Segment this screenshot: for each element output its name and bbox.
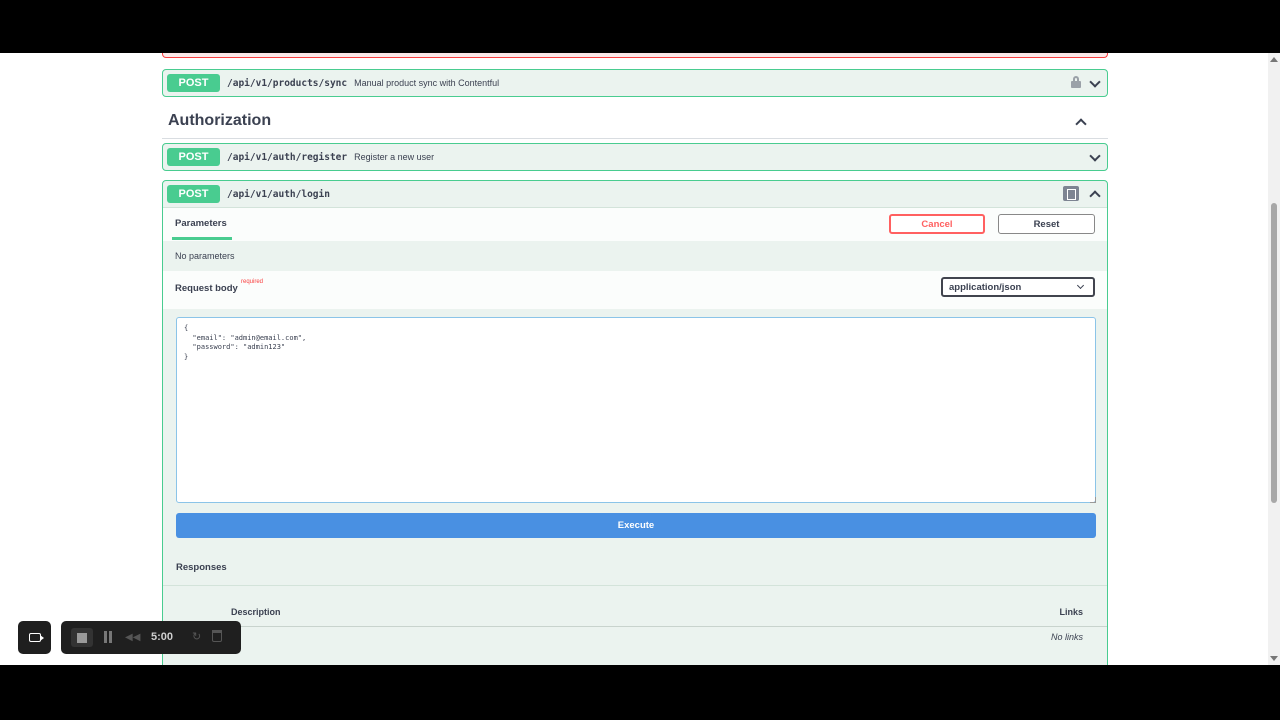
request-body-header: Request body required application/json xyxy=(163,271,1107,309)
response-links: No links xyxy=(1050,632,1083,642)
section-title-authorization[interactable]: Authorization xyxy=(168,112,271,130)
method-badge: POST xyxy=(167,148,220,166)
tab-parameters[interactable]: Parameters xyxy=(175,218,227,229)
chevron-down-icon[interactable] xyxy=(1089,150,1101,162)
screen-recorder-toolbar: ◀◀ 5:00 ↻ xyxy=(18,621,241,654)
chevron-up-icon[interactable] xyxy=(1075,118,1087,130)
rewind-icon[interactable]: ◀◀ xyxy=(125,632,140,643)
column-header-description: Description xyxy=(231,607,281,617)
operation-products-sync[interactable]: POST /api/v1/products/sync Manual produc… xyxy=(162,69,1108,97)
swagger-page: POST /api/v1/products/sync Manual produc… xyxy=(0,53,1280,665)
no-parameters-text: No parameters xyxy=(175,251,235,261)
stop-button[interactable] xyxy=(71,628,93,647)
operation-path: /api/v1/auth/login xyxy=(227,188,330,200)
required-marker: required xyxy=(241,279,264,285)
execute-button[interactable]: Execute xyxy=(176,513,1096,538)
operation-path: /api/v1/products/sync xyxy=(227,77,348,89)
operation-auth-login: POST /api/v1/auth/login Parameters Cance… xyxy=(162,180,1108,665)
restart-icon[interactable]: ↻ xyxy=(192,630,201,643)
responses-title: Responses xyxy=(176,562,227,573)
recorder-controls: ◀◀ 5:00 ↻ xyxy=(61,621,241,654)
section-divider xyxy=(162,138,1108,139)
column-header-links: Links xyxy=(1059,607,1083,617)
active-tab-indicator xyxy=(172,237,232,240)
operation-path: /api/v1/auth/register xyxy=(227,151,348,163)
method-badge: POST xyxy=(167,185,220,203)
reset-button[interactable]: Reset xyxy=(998,214,1095,234)
camera-icon xyxy=(28,633,44,642)
scroll-up-icon[interactable] xyxy=(1270,57,1278,62)
operation-auth-register[interactable]: POST /api/v1/auth/register Register a ne… xyxy=(162,143,1108,171)
page-scrollbar[interactable] xyxy=(1268,53,1280,665)
resize-handle[interactable] xyxy=(1090,497,1096,503)
lock-icon[interactable] xyxy=(1071,76,1081,88)
delete-icon[interactable] xyxy=(212,630,222,642)
method-badge: POST xyxy=(167,74,220,92)
responses-header: Responses xyxy=(163,555,1107,585)
scrollbar-thumb[interactable] xyxy=(1271,203,1277,503)
chevron-down-icon xyxy=(1076,281,1085,290)
operation-header[interactable]: POST /api/v1/auth/login xyxy=(163,181,1107,207)
scroll-down-icon[interactable] xyxy=(1270,656,1278,661)
operation-summary: Register a new user xyxy=(354,152,435,162)
chevron-down-icon[interactable] xyxy=(1089,76,1101,88)
responses-table: Description Links 201 No links xyxy=(163,585,1107,645)
copy-icon[interactable] xyxy=(1063,186,1079,201)
recording-timer: 5:00 xyxy=(151,631,174,643)
table-divider xyxy=(163,626,1107,627)
request-body-label: Request body xyxy=(175,283,238,294)
operation-header[interactable]: POST /api/v1/products/sync Manual produc… xyxy=(163,70,1107,96)
content-type-value: application/json xyxy=(949,282,1022,293)
request-body-area: { "email": "admin@email.com", "password"… xyxy=(163,309,1107,539)
operation-header[interactable]: POST /api/v1/auth/register Register a ne… xyxy=(163,144,1107,170)
cancel-button[interactable]: Cancel xyxy=(889,214,985,234)
request-body-editor[interactable]: { "email": "admin@email.com", "password"… xyxy=(176,317,1096,503)
previous-delete-operation[interactable] xyxy=(162,53,1108,58)
chevron-up-icon[interactable] xyxy=(1089,190,1101,202)
camera-button[interactable] xyxy=(18,621,51,654)
content-type-select[interactable]: application/json xyxy=(941,277,1095,297)
parameters-tab-bar: Parameters Cancel Reset xyxy=(163,207,1107,241)
pause-icon[interactable] xyxy=(103,631,113,643)
operation-summary: Manual product sync with Contentful xyxy=(354,78,500,88)
